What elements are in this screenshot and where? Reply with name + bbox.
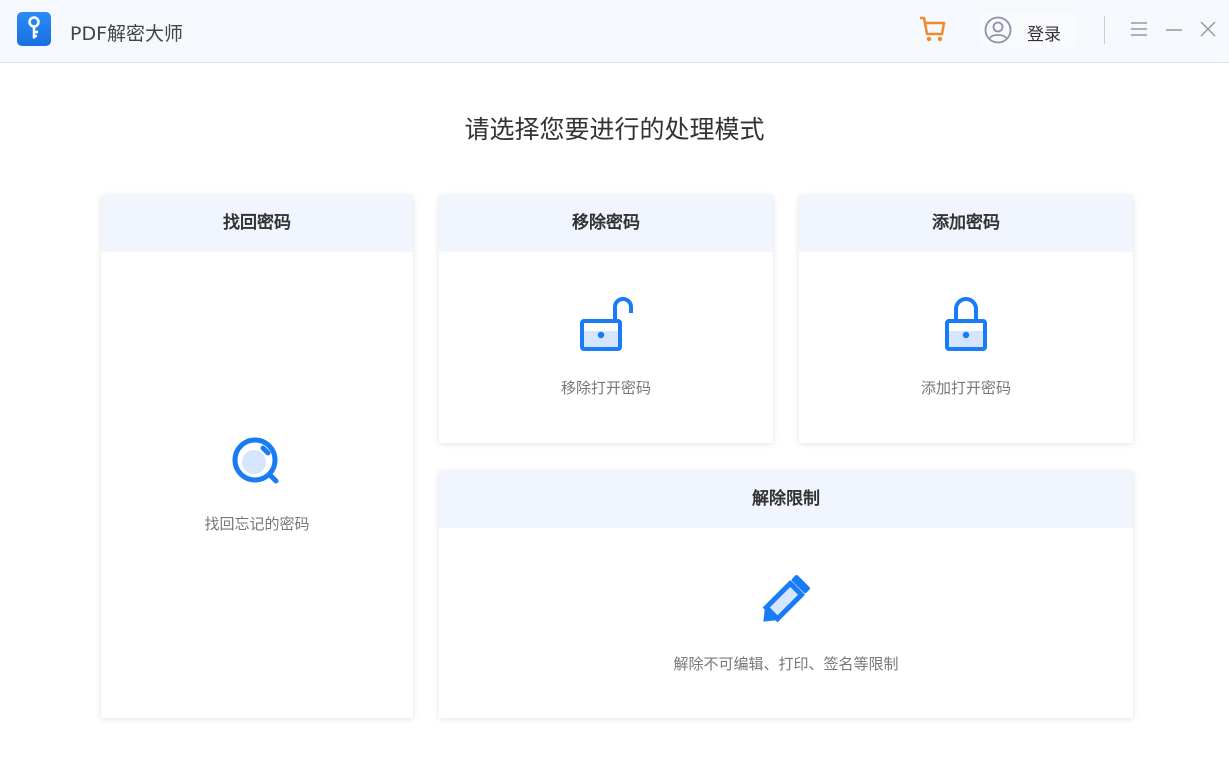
login-label: 登录 (1027, 25, 1061, 45)
card-add-password[interactable]: 添加密码 添加打开密码 (799, 195, 1133, 443)
minimize-icon[interactable] (1165, 18, 1183, 44)
card-title: 移除密码 (439, 195, 773, 252)
card-description: 添加打开密码 (920, 379, 1011, 397)
card-title: 添加密码 (799, 195, 1133, 252)
divider (1104, 16, 1105, 44)
lock-icon (942, 295, 990, 359)
card-description: 解除不可编辑、打印、签名等限制 (673, 655, 899, 673)
menu-icon[interactable] (1130, 18, 1148, 44)
magnifier-icon (230, 435, 284, 493)
card-description: 移除打开密码 (560, 379, 651, 397)
title-bar: PDF解密大师 登录 (0, 0, 1229, 63)
page-heading: 请选择您要进行的处理模式 (464, 115, 765, 144)
unlocked-icon (578, 295, 634, 359)
card-description: 找回忘记的密码 (204, 515, 310, 533)
app-title: PDF解密大师 (70, 23, 184, 45)
card-remove-password[interactable]: 移除密码 移除打开密码 (439, 195, 773, 443)
app-logo (17, 12, 51, 46)
card-title: 解除限制 (439, 471, 1133, 528)
card-recover-password[interactable]: 找回密码 找回忘记的密码 (101, 195, 413, 718)
cart-icon[interactable] (918, 14, 948, 48)
login-button[interactable]: 登录 (978, 12, 1078, 48)
pencil-icon (756, 569, 816, 633)
user-icon (984, 16, 1012, 44)
close-icon[interactable] (1199, 18, 1217, 44)
card-title: 找回密码 (101, 195, 413, 252)
card-remove-restrictions[interactable]: 解除限制 解除不可编辑、打印、签名等限制 (439, 471, 1133, 718)
